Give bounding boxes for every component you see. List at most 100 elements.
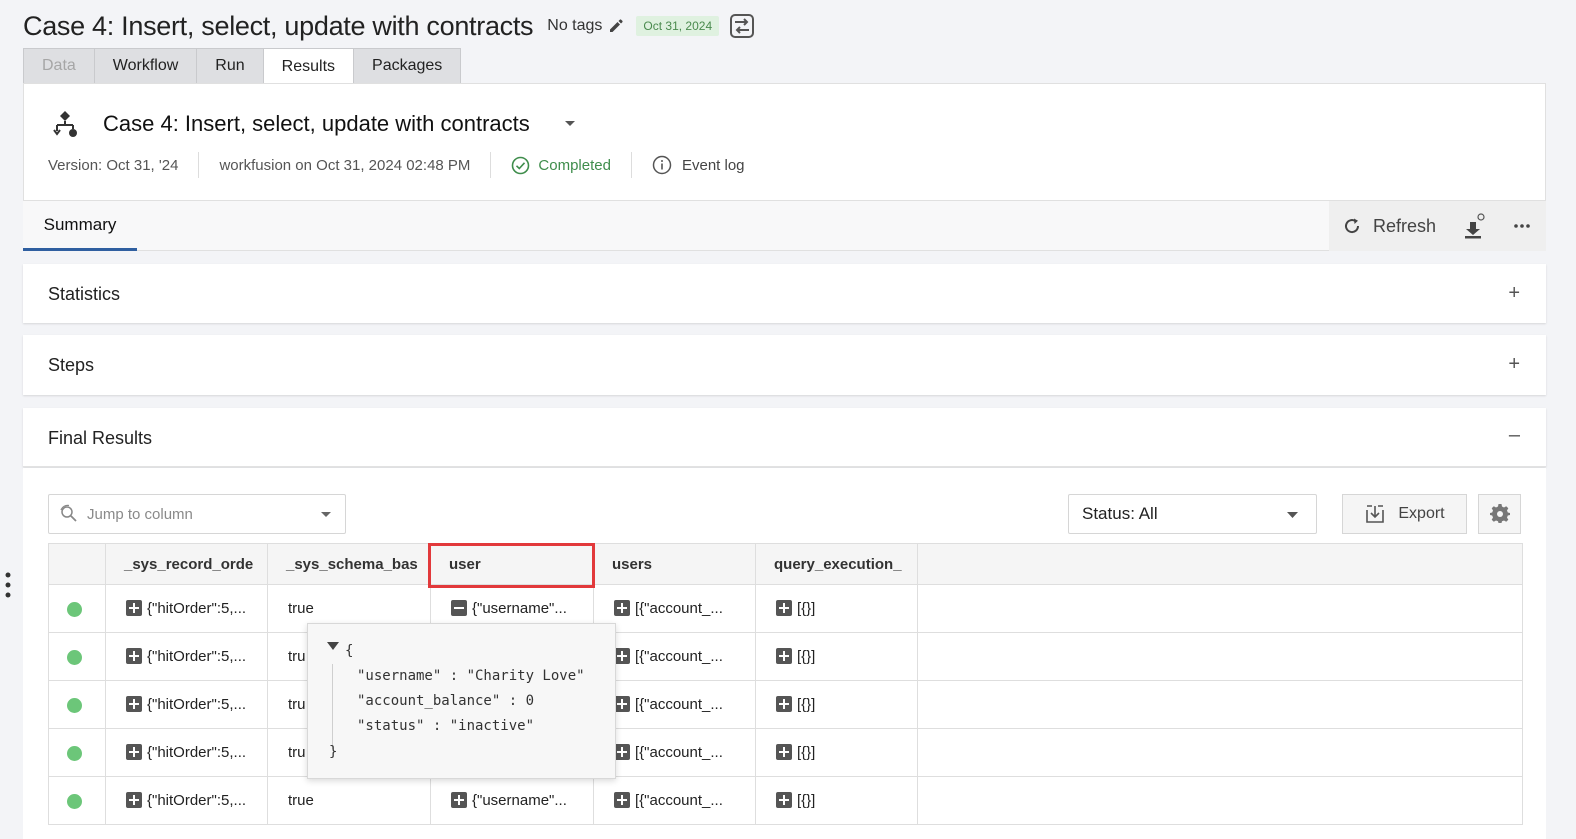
- drag-handle-icon[interactable]: [5, 572, 11, 598]
- user-cell[interactable]: {"username"...: [430, 776, 594, 825]
- expand-icon[interactable]: [776, 792, 792, 809]
- more-options-button[interactable]: [1498, 201, 1546, 251]
- expand-icon[interactable]: [614, 696, 630, 713]
- cell-value: {"hitOrder":5,...: [147, 743, 247, 761]
- column-header[interactable]: _sys_schema_bas: [267, 543, 431, 585]
- expand-icon[interactable]: +: [1508, 353, 1520, 376]
- query-cell[interactable]: [{}]: [755, 632, 918, 681]
- query-cell[interactable]: [{}]: [755, 680, 918, 729]
- cell-value: {"username"...: [472, 791, 567, 809]
- compare-switch-icon[interactable]: [729, 13, 755, 39]
- query-cell[interactable]: [{}]: [755, 584, 918, 633]
- date-badge: Oct 31, 2024: [636, 16, 720, 36]
- search-refresh-icon: [60, 504, 77, 522]
- cell-value: {"hitOrder":5,...: [147, 647, 247, 665]
- expand-icon[interactable]: [614, 792, 630, 809]
- table-row[interactable]: {"hitOrder":5,... true {"username"... [{"ac…: [48, 776, 1523, 825]
- collapse-icon[interactable]: –: [1509, 424, 1520, 447]
- caret-down-icon[interactable]: [327, 642, 339, 651]
- version-label: Version: Oct 31, '24: [48, 156, 179, 174]
- users-cell[interactable]: [{"account_...: [593, 680, 756, 729]
- table-row[interactable]: {"hitOrder":5,... true {"username"... [{"ac…: [48, 584, 1523, 633]
- highlight-box: [428, 543, 595, 588]
- expand-icon[interactable]: [614, 648, 630, 665]
- page-header: Case 4: Insert, select, update with cont…: [23, 8, 755, 44]
- event-log-link[interactable]: Event log: [652, 155, 745, 175]
- table-row[interactable]: {"hitOrder":5,... tru [{"account_... [{}]: [48, 632, 1523, 681]
- tags-editor[interactable]: No tags: [547, 17, 624, 35]
- status-filter-value: Status: All: [1082, 504, 1158, 523]
- column-header[interactable]: users: [593, 543, 756, 585]
- settings-button[interactable]: [1478, 494, 1521, 534]
- jump-to-column-input[interactable]: Jump to column: [48, 494, 346, 534]
- record-cell[interactable]: {"hitOrder":5,...: [105, 584, 268, 633]
- expand-icon[interactable]: +: [1508, 282, 1520, 305]
- chevron-down-icon: [321, 512, 331, 517]
- expand-icon[interactable]: [776, 696, 792, 713]
- expand-icon[interactable]: [126, 744, 142, 761]
- export-button[interactable]: Export: [1342, 494, 1467, 534]
- tab-results[interactable]: Results: [262, 48, 355, 84]
- tab-run[interactable]: Run: [196, 48, 264, 83]
- tab-workflow[interactable]: Workflow: [93, 48, 198, 83]
- cell-value: [{}]: [797, 647, 816, 665]
- record-cell[interactable]: {"hitOrder":5,...: [105, 680, 268, 729]
- users-cell[interactable]: [{"account_...: [593, 776, 756, 825]
- tab-packages[interactable]: Packages: [353, 48, 462, 83]
- refresh-label: Refresh: [1372, 215, 1436, 236]
- divider: [630, 152, 632, 178]
- filler-cell: [917, 632, 1523, 681]
- record-cell[interactable]: {"hitOrder":5,...: [105, 632, 268, 681]
- table-row[interactable]: {"hitOrder":5,... tru [{"account_... [{}]: [48, 728, 1523, 777]
- expand-icon[interactable]: [614, 600, 630, 617]
- query-cell[interactable]: [{}]: [755, 776, 918, 825]
- status-cell: [48, 632, 106, 681]
- export-label: Export: [1398, 505, 1445, 522]
- status-dot-icon: [67, 697, 82, 713]
- workflow-title: Case 4: Insert, select, update with cont…: [103, 111, 530, 136]
- download-button[interactable]: [1450, 201, 1498, 251]
- chevron-down-icon[interactable]: [564, 120, 576, 128]
- expand-icon[interactable]: [451, 792, 467, 809]
- expand-icon[interactable]: [126, 792, 142, 809]
- final-results-section[interactable]: Final Results –: [23, 408, 1546, 467]
- status-dot-icon: [67, 745, 82, 761]
- expand-icon[interactable]: [776, 648, 792, 665]
- collapse-icon[interactable]: [451, 600, 467, 617]
- steps-section[interactable]: Steps +: [23, 335, 1546, 395]
- expand-icon[interactable]: [126, 696, 142, 713]
- refresh-button[interactable]: Refresh: [1329, 201, 1450, 251]
- download-icon: [1465, 213, 1485, 239]
- tab-data[interactable]: Data: [23, 48, 95, 83]
- users-cell[interactable]: [{"account_...: [593, 728, 756, 777]
- chevron-down-icon: [1287, 512, 1298, 518]
- expand-icon[interactable]: [776, 744, 792, 761]
- schema-cell[interactable]: true: [267, 776, 431, 825]
- column-header[interactable]: query_execution_: [755, 543, 918, 585]
- statistics-section[interactable]: Statistics +: [23, 264, 1546, 323]
- pencil-icon[interactable]: [608, 18, 624, 34]
- status-cell: [48, 680, 106, 729]
- summary-actions: Refresh: [1328, 201, 1546, 251]
- tags-label: No tags: [547, 17, 603, 34]
- column-header[interactable]: _sys_record_orde: [105, 543, 268, 585]
- gear-icon: [1489, 504, 1510, 523]
- expand-icon[interactable]: [126, 648, 142, 665]
- query-cell[interactable]: [{}]: [755, 728, 918, 777]
- record-cell[interactable]: {"hitOrder":5,...: [105, 776, 268, 825]
- summary-bar: Summary Refresh: [23, 201, 1546, 251]
- status-filter-select[interactable]: Status: All: [1068, 494, 1317, 534]
- expand-icon[interactable]: [614, 744, 630, 761]
- tab-summary[interactable]: Summary: [23, 201, 137, 251]
- record-cell[interactable]: {"hitOrder":5,...: [105, 728, 268, 777]
- expand-icon[interactable]: [126, 600, 142, 617]
- info-icon: [652, 155, 672, 175]
- users-cell[interactable]: [{"account_...: [593, 584, 756, 633]
- users-cell[interactable]: [{"account_...: [593, 632, 756, 681]
- section-title: Steps: [48, 355, 95, 375]
- table-row[interactable]: {"hitOrder":5,... tru [{"account_... [{}]: [48, 680, 1523, 729]
- cell-value: tru: [288, 696, 306, 713]
- expand-icon[interactable]: [776, 600, 792, 617]
- status-dot-icon: [67, 649, 82, 665]
- section-title: Statistics: [48, 284, 121, 304]
